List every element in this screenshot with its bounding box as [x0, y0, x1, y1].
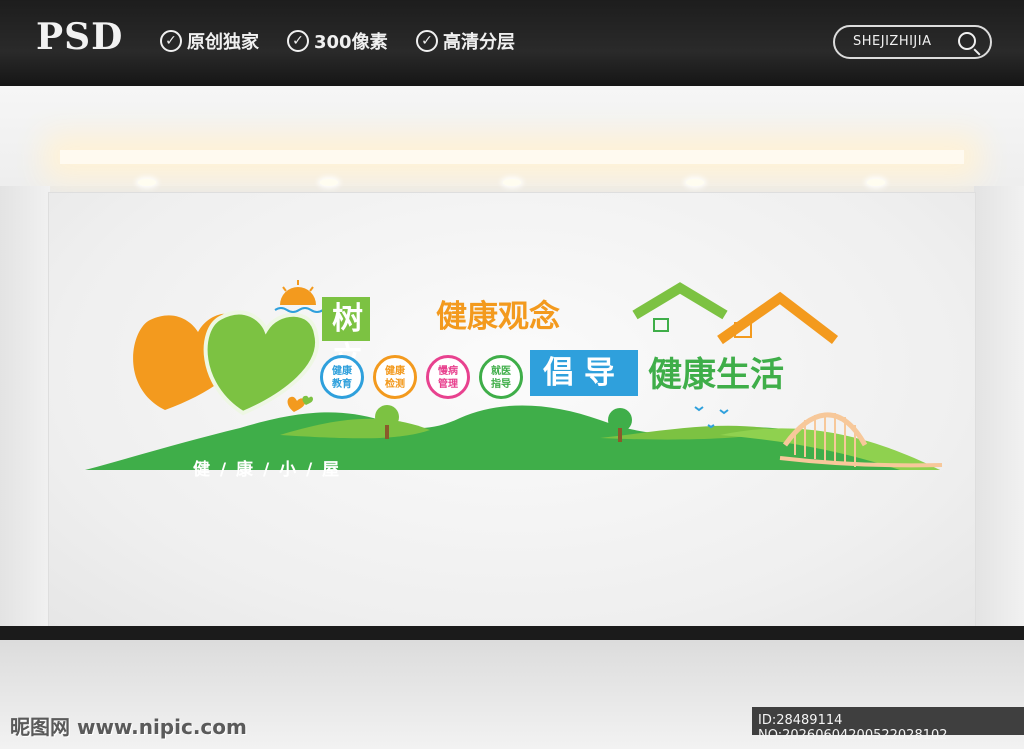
badge-line: 健康: [385, 366, 405, 377]
left-wall: [0, 186, 50, 626]
right-wall: [974, 186, 1024, 626]
top-banner: PSD ✓ 原创独家 ✓ 300像素 ✓ 高清分层 SHEJIZHIJIA: [0, 0, 1024, 86]
feature-original: ✓ 原创独家: [160, 28, 259, 54]
feature-label: 原创独家: [187, 32, 259, 53]
spotlight: [138, 179, 156, 186]
badge-medical-guide: 就医 指导: [479, 355, 523, 399]
feature-layers: ✓ 高清分层: [416, 28, 515, 54]
search-icon[interactable]: [958, 32, 976, 50]
ceiling-cove-light: [60, 150, 964, 164]
ceiling: [0, 86, 1024, 186]
feature-label: 高清分层: [443, 32, 515, 53]
slogan-1-main: 健康观念: [436, 299, 560, 335]
badge-line: 指导: [491, 379, 511, 390]
search-label: SHEJIZHIJIA: [853, 34, 932, 49]
spotlight: [686, 179, 704, 186]
feature-resolution: ✓ 300像素: [287, 28, 388, 54]
slogan-box-1: 树立: [322, 297, 370, 377]
psd-logo: PSD: [36, 16, 124, 58]
watermark-id: ID:28489114 NO:20260604200522028102: [752, 707, 1024, 743]
baseboard: [0, 626, 1024, 640]
badge-line: 健康: [332, 366, 352, 377]
site-search-box[interactable]: SHEJIZHIJIA: [833, 25, 992, 59]
badge-line: 就医: [491, 366, 511, 377]
badge-line: 慢病: [438, 366, 458, 377]
spotlight: [320, 179, 338, 186]
health-cabin-label: 健 / 康 / 小 / 屋: [193, 460, 342, 480]
badge-health-education: 健康 教育: [320, 355, 364, 399]
badge-chronic-care: 慢病 管理: [426, 355, 470, 399]
slogan-2-prefix: 倡导: [530, 350, 638, 396]
check-icon: ✓: [160, 30, 182, 52]
badge-line: 管理: [438, 379, 458, 390]
spotlight: [867, 179, 885, 186]
badge-line: 检测: [385, 379, 405, 390]
check-icon: ✓: [416, 30, 438, 52]
spotlight: [503, 179, 521, 186]
check-icon: ✓: [287, 30, 309, 52]
badge-line: 教育: [332, 379, 352, 390]
badge-health-check: 健康 检测: [373, 355, 417, 399]
slogan-2-main: 健康生活: [648, 355, 784, 395]
feature-label: 300像素: [314, 32, 388, 53]
watermark-site: 昵图网 www.nipic.com: [10, 715, 247, 739]
